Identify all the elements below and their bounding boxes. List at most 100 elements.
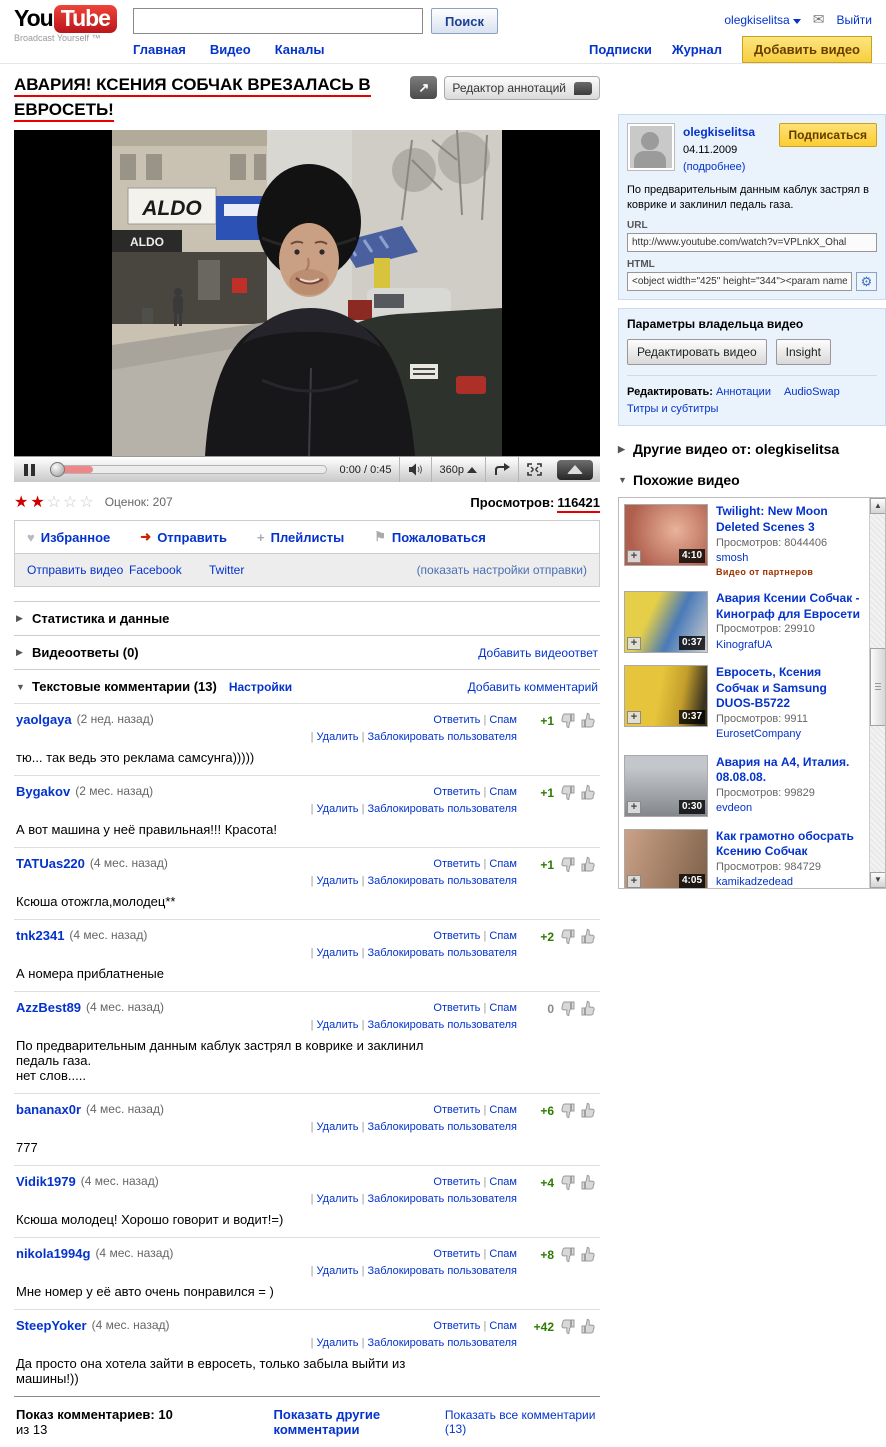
more-info-link[interactable]: (подробнее) <box>683 159 755 176</box>
video-thumbnail[interactable]: + 0:30 <box>624 754 708 817</box>
thumbs-up-icon[interactable] <box>580 1174 598 1191</box>
more-from-user-section[interactable]: ▶ Другие видео от: olegkiselitsa <box>618 441 886 457</box>
spam-link[interactable]: Спам <box>489 714 517 726</box>
annotations-editor-button[interactable]: Редактор аннотаций <box>444 76 600 100</box>
upload-video-button[interactable]: Добавить видео <box>742 36 872 63</box>
facebook-link[interactable]: Facebook <box>129 563 209 577</box>
spam-link[interactable]: Спам <box>489 1002 517 1014</box>
thumbs-down-icon[interactable] <box>558 856 576 873</box>
section-comments[interactable]: Текстовые комментарии (13) <box>32 679 217 694</box>
block-user-link[interactable]: Заблокировать пользователя <box>368 1193 518 1205</box>
send-video-link[interactable]: Отправить видео <box>27 563 129 577</box>
add-to-quicklist-icon[interactable]: + <box>627 637 641 651</box>
spam-link[interactable]: Спам <box>489 1248 517 1260</box>
envelope-icon[interactable]: ✉ <box>813 11 825 28</box>
scroll-up-button[interactable]: ▲ <box>870 498 885 515</box>
expand-arrow-icon[interactable]: ▶ <box>16 613 32 624</box>
search-button[interactable]: Поиск <box>431 8 499 34</box>
block-user-link[interactable]: Заблокировать пользователя <box>368 1121 518 1133</box>
show-all-comments-link[interactable]: Показать все комментарии (13) <box>445 1408 598 1436</box>
comment-author-link[interactable]: yaolgaya <box>16 712 72 727</box>
spam-link[interactable]: Спам <box>489 930 517 942</box>
reply-link[interactable]: Ответить <box>433 1176 480 1188</box>
reply-link[interactable]: Ответить <box>433 930 480 942</box>
youtube-logo[interactable]: You Tube Broadcast Yourself ™ <box>14 5 117 43</box>
fullscreen-button[interactable] <box>518 457 550 483</box>
account-menu[interactable]: olegkiselitsa <box>724 13 801 27</box>
delete-link[interactable]: Удалить <box>317 947 359 959</box>
scrollbar[interactable]: ▲ ▼ <box>869 498 885 889</box>
video-thumbnail[interactable]: + 4:05 <box>624 828 708 889</box>
comments-settings-link[interactable]: Настройки <box>229 680 292 694</box>
add-to-quicklist-icon[interactable]: + <box>627 800 641 814</box>
annotations-link[interactable]: Аннотации <box>716 386 771 398</box>
thumbs-down-icon[interactable] <box>558 1246 576 1263</box>
url-field[interactable] <box>627 233 877 253</box>
audioswap-link[interactable]: AudioSwap <box>784 386 840 398</box>
comment-author-link[interactable]: Vidik1979 <box>16 1174 76 1189</box>
delete-link[interactable]: Удалить <box>317 1265 359 1277</box>
related-title-link[interactable]: Авария Ксении Собчак - Кинограф для Евро… <box>716 591 865 622</box>
video-thumbnail[interactable]: + 0:37 <box>624 591 708 654</box>
star-rating[interactable]: ★★☆☆☆ <box>14 492 96 512</box>
delete-link[interactable]: Удалить <box>317 1337 359 1349</box>
related-channel-link[interactable]: evdeon <box>716 801 865 816</box>
block-user-link[interactable]: Заблокировать пользователя <box>368 1337 518 1349</box>
pause-button[interactable] <box>14 463 44 476</box>
delete-link[interactable]: Удалить <box>317 875 359 887</box>
share-button[interactable]: ➜ Отправить <box>140 529 227 545</box>
twitter-link[interactable]: Twitter <box>209 563 244 577</box>
spam-link[interactable]: Спам <box>489 786 517 798</box>
reply-link[interactable]: Ответить <box>433 1104 480 1116</box>
quality-button[interactable]: 360p <box>430 457 485 483</box>
collapse-arrow-icon[interactable]: ▼ <box>16 682 32 692</box>
block-user-link[interactable]: Заблокировать пользователя <box>368 731 518 743</box>
delete-link[interactable]: Удалить <box>317 731 359 743</box>
captions-link[interactable]: Титры и субтитры <box>627 403 718 415</box>
thumbs-down-icon[interactable] <box>558 712 576 729</box>
subscribe-button[interactable]: Подписаться <box>778 123 877 147</box>
owner-name-link[interactable]: olegkiselitsa <box>683 123 755 142</box>
section-statistics[interactable]: Статистика и данные <box>32 611 169 626</box>
popout-player-button[interactable] <box>557 459 593 480</box>
seek-knob[interactable] <box>50 462 65 478</box>
show-more-comments-link[interactable]: Показать другие комментарии <box>274 1407 445 1437</box>
add-to-quicklist-icon[interactable]: + <box>627 550 641 564</box>
thumbs-up-icon[interactable] <box>580 1000 598 1017</box>
delete-link[interactable]: Удалить <box>317 1193 359 1205</box>
related-channel-link[interactable]: KinografUA <box>716 638 865 653</box>
related-videos-section[interactable]: ▼ Похожие видео <box>618 472 886 488</box>
thumbs-up-icon[interactable] <box>580 712 598 729</box>
spam-link[interactable]: Спам <box>489 1176 517 1188</box>
block-user-link[interactable]: Заблокировать пользователя <box>368 1019 518 1031</box>
avatar[interactable] <box>627 123 675 171</box>
seek-bar[interactable] <box>50 462 327 478</box>
block-user-link[interactable]: Заблокировать пользователя <box>368 875 518 887</box>
volume-button[interactable] <box>398 457 431 483</box>
add-to-quicklist-icon[interactable]: + <box>627 874 641 888</box>
logout-link[interactable]: Выйти <box>836 13 872 27</box>
comment-author-link[interactable]: SteepYoker <box>16 1318 87 1333</box>
nav-journal[interactable]: Журнал <box>672 42 722 57</box>
thumbs-down-icon[interactable] <box>558 1318 576 1335</box>
section-video-responses[interactable]: Видеоответы (0) <box>32 645 139 660</box>
annotations-toggle-button[interactable] <box>485 457 518 483</box>
thumbs-down-icon[interactable] <box>558 784 576 801</box>
related-title-link[interactable]: Twilight: New Moon Deleted Scenes 3 <box>716 504 865 535</box>
expand-arrow-icon[interactable]: ▶ <box>16 647 32 658</box>
popout-arrow-button[interactable]: ↗ <box>410 76 438 99</box>
flag-button[interactable]: ⚑ Пожаловаться <box>374 529 486 545</box>
reply-link[interactable]: Ответить <box>433 714 480 726</box>
delete-link[interactable]: Удалить <box>317 1019 359 1031</box>
comment-author-link[interactable]: TATUas220 <box>16 856 85 871</box>
thumbs-up-icon[interactable] <box>580 1318 598 1335</box>
thumbs-up-icon[interactable] <box>580 856 598 873</box>
related-title-link[interactable]: Авария на А4, Италия. 08.08.08. <box>716 755 865 786</box>
thumbs-up-icon[interactable] <box>580 1102 598 1119</box>
thumbs-down-icon[interactable] <box>558 928 576 945</box>
related-channel-link[interactable]: smosh <box>716 551 865 566</box>
related-title-link[interactable]: Как грамотно обосрать Ксению Собчак <box>716 829 865 860</box>
block-user-link[interactable]: Заблокировать пользователя <box>368 947 518 959</box>
comment-author-link[interactable]: bananax0r <box>16 1102 81 1117</box>
delete-link[interactable]: Удалить <box>317 803 359 815</box>
